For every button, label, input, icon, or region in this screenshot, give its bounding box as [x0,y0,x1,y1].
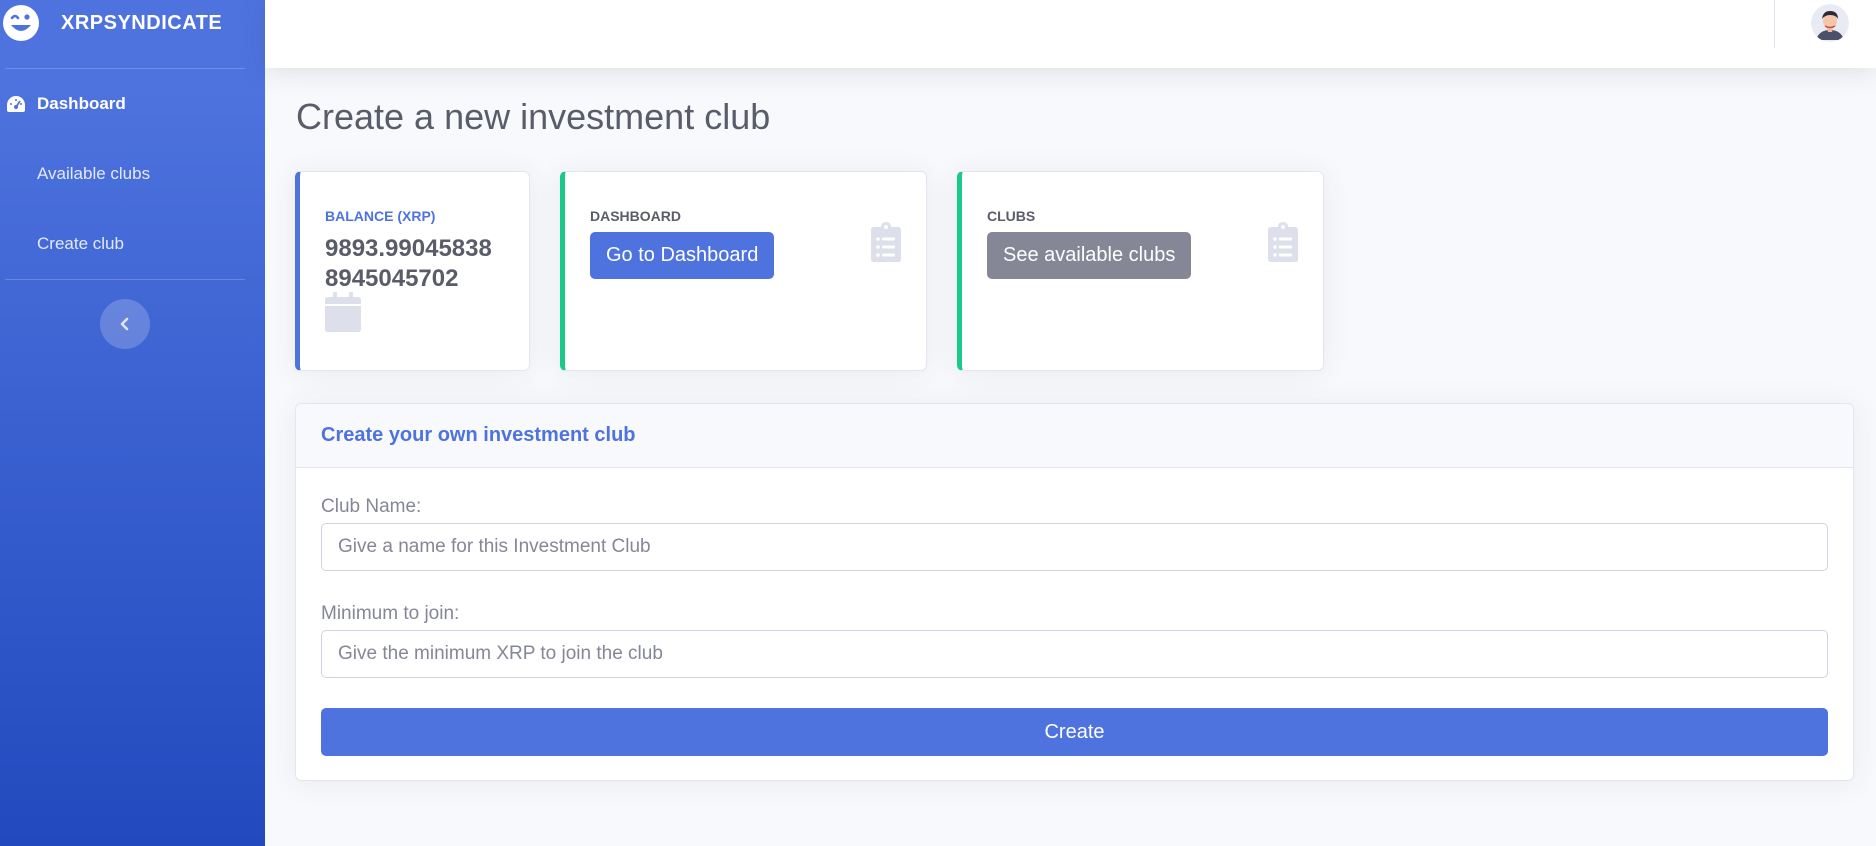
dashboard-card: DASHBOARD Go to Dashboard [560,171,927,371]
brand-name: XRPSYNDICATE [61,11,223,34]
sidebar: XRPSYNDICATE Dashboard Available clubs C… [0,0,265,846]
sidebar-item-label: Create club [37,234,124,253]
clubs-card: CLUBS See available clubs [957,171,1324,371]
user-avatar[interactable] [1811,4,1849,42]
see-available-clubs-button[interactable]: See available clubs [987,232,1192,279]
form-title: Create your own investment club [321,424,636,446]
minimum-to-join-input[interactable] [321,630,1828,678]
topbar-divider [1774,0,1775,48]
sidebar-item-create-club[interactable]: Create club [0,209,265,279]
sidebar-item-available-clubs[interactable]: Available clubs [0,139,265,209]
balance-value: 9893.990458388945045702 [325,235,492,292]
tachometer-icon [5,93,27,115]
chevron-left-icon [120,317,129,331]
club-name-label: Club Name: [321,496,422,517]
brand[interactable]: XRPSYNDICATE [0,0,265,46]
create-club-form-card: Create your own investment club Club Nam… [295,403,1854,781]
calendar-icon [325,292,361,337]
sidebar-toggle-button[interactable] [100,299,150,349]
sidebar-item-label: Dashboard [37,94,126,113]
go-to-dashboard-button[interactable]: Go to Dashboard [590,232,775,279]
balance-card: BALANCE (XRP) 9893.990458388945045702 [295,171,530,371]
sidebar-divider [5,279,245,280]
sidebar-item-label: Available clubs [37,164,151,183]
form-header: Create your own investment club [296,404,1853,468]
clipboard-list-icon [871,222,901,267]
dashboard-label: DASHBOARD [590,208,681,224]
balance-label: BALANCE (XRP) [325,208,436,224]
sidebar-item-dashboard[interactable]: Dashboard [0,69,265,139]
clubs-label: CLUBS [987,208,1036,224]
topbar [265,0,1876,68]
clipboard-list-icon [1268,222,1298,267]
page-title: Create a new investment club [296,96,771,137]
club-name-input[interactable] [321,523,1828,571]
laughing-face-icon [1,3,41,43]
minimum-to-join-label: Minimum to join: [321,603,460,624]
create-button[interactable]: Create [321,708,1828,756]
